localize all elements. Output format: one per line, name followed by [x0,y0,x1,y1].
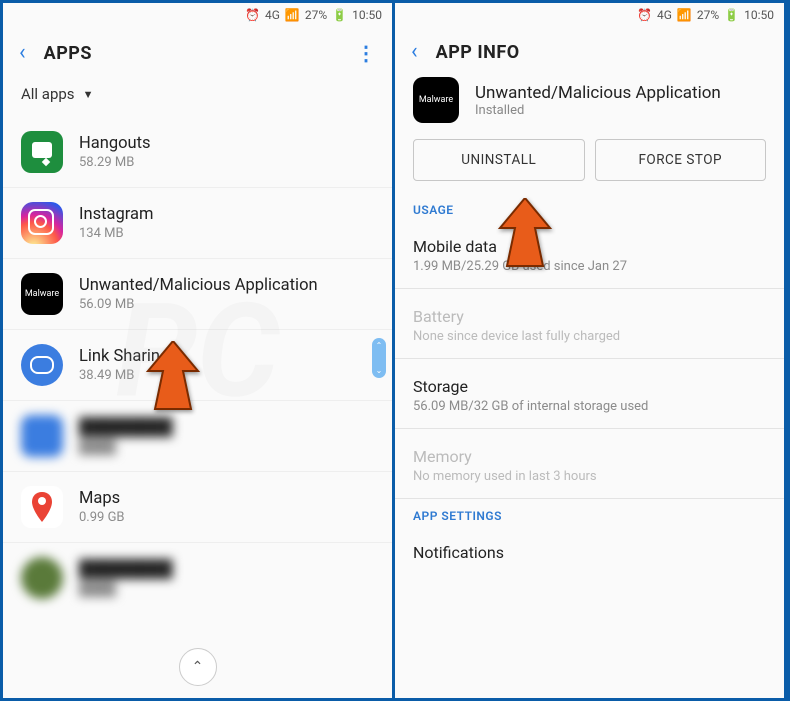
signal-icon: 📶 [285,8,300,22]
app-name: Unwanted/Malicious Application [475,83,721,103]
page-title: APP INFO [436,42,768,63]
app-size: ████ [79,439,374,455]
battery-icon: 🔋 [332,8,347,22]
battery-percent: 27% [305,8,327,22]
malware-icon: Malware [21,273,63,315]
chevron-down-icon: ⌄ [376,366,383,375]
force-stop-button[interactable]: FORCE STOP [595,139,767,181]
status-bar: ⏰ 4G 📶 27% 🔋 10:50 [395,3,784,27]
row-subtitle: 1.99 MB/25.29 GB used since Jan 27 [413,259,766,274]
app-row-instagram[interactable]: Instagram 134 MB [3,188,392,259]
more-icon[interactable]: ⋮ [356,41,376,65]
signal-icon: 📶 [677,8,692,22]
battery-percent: 27% [697,8,719,22]
app-name: ████████ [79,418,374,437]
mobile-data-row[interactable]: Mobile data 1.99 MB/25.29 GB used since … [395,225,784,289]
app-settings-section-label: APP SETTINGS [395,505,784,531]
battery-row[interactable]: Battery None since device last fully cha… [395,295,784,359]
app-name: ████████ [79,560,374,579]
alarm-icon: ⏰ [245,8,260,22]
page-title: APPS [44,43,338,64]
app-size: 56.09 MB [79,297,374,312]
apps-header: ‹ APPS ⋮ [3,27,392,75]
clock-time: 10:50 [352,8,382,22]
network-icon: 4G [657,8,672,22]
app-size: 0.99 GB [79,510,374,525]
chevron-down-icon: ▼ [83,88,94,101]
row-title: Mobile data [413,237,766,256]
row-title: Storage [413,377,766,396]
chevron-up-icon: ⌃ [192,659,204,675]
scroll-indicator[interactable]: ⌃ ⌄ [372,338,386,378]
memory-row[interactable]: Memory No memory used in last 3 hours [395,435,784,499]
app-size: ████ [79,581,374,597]
app-name: Hangouts [79,134,374,153]
row-subtitle: None since device last fully charged [413,329,766,344]
hangouts-icon [21,131,63,173]
app-row-maps[interactable]: Maps 0.99 GB [3,472,392,543]
row-title: Notifications [413,543,766,562]
row-title: Memory [413,447,766,466]
app-name: Unwanted/Malicious Application [79,276,374,295]
app-name: Instagram [79,205,374,224]
back-icon[interactable]: ‹ [19,42,26,64]
app-name: Maps [79,489,374,508]
row-title: Battery [413,307,766,326]
app-info-screen: ⏰ 4G 📶 27% 🔋 10:50 ‹ APP INFO Malware Un… [395,3,787,698]
apps-list-screen: PC ⏰ 4G 📶 27% 🔋 10:50 ‹ APPS ⋮ All apps … [3,3,395,698]
status-bar: ⏰ 4G 📶 27% 🔋 10:50 [3,3,392,27]
install-status: Installed [475,103,721,118]
blurred-app-icon [21,557,63,599]
appinfo-header: ‹ APP INFO [395,27,784,73]
malware-icon: Malware [413,77,459,123]
maps-icon [21,486,63,528]
battery-icon: 🔋 [724,8,739,22]
app-row-blurred-1[interactable]: ████████ ████ [3,401,392,472]
link-sharing-icon [21,344,63,386]
app-size: 58.29 MB [79,155,374,170]
network-icon: 4G [265,8,280,22]
scroll-to-top-button[interactable]: ⌃ [179,648,217,686]
row-subtitle: 56.09 MB/32 GB of internal storage used [413,399,766,414]
storage-row[interactable]: Storage 56.09 MB/32 GB of internal stora… [395,365,784,429]
blurred-app-icon [21,415,63,457]
instagram-icon [21,202,63,244]
clock-time: 10:50 [744,8,774,22]
notifications-row[interactable]: Notifications [395,531,784,562]
chevron-up-icon: ⌃ [376,341,383,350]
back-icon[interactable]: ‹ [411,41,418,63]
filter-dropdown[interactable]: All apps ▼ [3,75,392,117]
app-row-malicious[interactable]: Malware Unwanted/Malicious Application 5… [3,259,392,330]
app-size: 134 MB [79,226,374,241]
app-name: Link Sharing [79,347,374,366]
usage-section-label: USAGE [395,199,784,225]
app-row-blurred-2[interactable]: ████████ ████ [3,543,392,613]
filter-label: All apps [21,85,75,103]
alarm-icon: ⏰ [637,8,652,22]
uninstall-button[interactable]: UNINSTALL [413,139,585,181]
app-size: 38.49 MB [79,368,374,383]
row-subtitle: No memory used in last 3 hours [413,469,766,484]
app-row-linksharing[interactable]: Link Sharing 38.49 MB [3,330,392,401]
app-list: Hangouts 58.29 MB Instagram 134 MB Malwa… [3,117,392,613]
app-row-hangouts[interactable]: Hangouts 58.29 MB [3,117,392,188]
appinfo-summary: Malware Unwanted/Malicious Application I… [395,73,784,139]
action-buttons: UNINSTALL FORCE STOP [395,139,784,199]
